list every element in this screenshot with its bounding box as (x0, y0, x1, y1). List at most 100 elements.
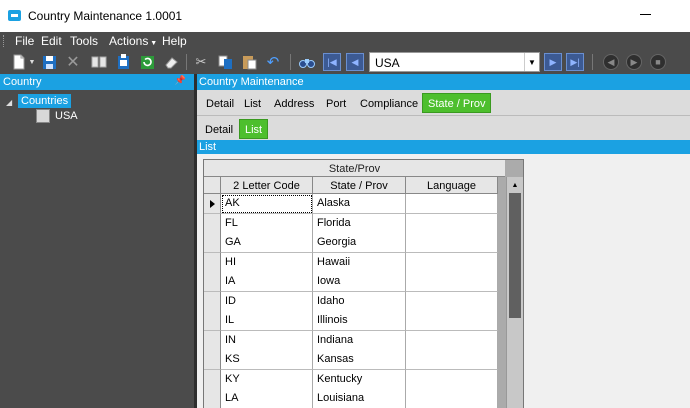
row-selector[interactable] (204, 213, 221, 234)
tab-detail[interactable]: Detail (206, 98, 234, 110)
menu-grip[interactable] (3, 35, 6, 47)
next-record-button[interactable]: ▶ (544, 53, 562, 71)
row-selector[interactable] (204, 194, 221, 214)
cell-state-prov[interactable]: Idaho (313, 291, 406, 312)
cell-code[interactable]: IN (221, 330, 313, 351)
row-selector[interactable] (204, 389, 221, 408)
cell-language[interactable] (406, 252, 498, 273)
cell-state-prov[interactable]: Kansas (313, 350, 406, 370)
cell-state-prov[interactable]: Georgia (313, 233, 406, 253)
column-header-language[interactable]: Language (406, 177, 498, 194)
subtab-detail[interactable]: Detail (205, 124, 233, 136)
cell-code[interactable]: IA (221, 272, 313, 292)
menu-actions-label: Actions (109, 34, 149, 48)
cell-state-prov[interactable]: Alaska (313, 194, 406, 214)
key-field-combo[interactable]: USA ▼ (369, 52, 540, 72)
tab-list[interactable]: List (244, 98, 261, 110)
cell-state-prov[interactable]: Illinois (313, 311, 406, 331)
cell-state-prov[interactable]: Louisiana (313, 389, 406, 408)
menu-edit[interactable]: Edit (41, 34, 62, 48)
cell-state-prov[interactable]: Indiana (313, 330, 406, 351)
last-record-button[interactable]: ▶| (566, 53, 584, 71)
scroll-thumb[interactable] (509, 193, 521, 318)
main-pane: Country Maintenance Detail List Address … (197, 74, 690, 408)
last-record-icon: ▶| (570, 56, 580, 67)
open-book-icon[interactable] (90, 53, 108, 71)
tree-node-label: Countries (18, 94, 72, 108)
first-record-button[interactable]: |◀ (323, 53, 341, 71)
cell-code[interactable]: ID (221, 291, 313, 312)
main-tab-strip: Detail List Address Port Compliance Stat… (197, 90, 690, 115)
cell-code[interactable]: GA (221, 233, 313, 253)
menu-help[interactable]: Help (162, 34, 187, 48)
new-dropdown-icon[interactable]: ▼ (28, 53, 36, 71)
cell-state-prov[interactable]: Florida (313, 213, 406, 234)
cell-code[interactable]: KS (221, 350, 313, 370)
stop-button[interactable]: ■ (650, 54, 666, 70)
title-bar: Country Maintenance 1.0001 (0, 0, 690, 32)
cell-language[interactable] (406, 213, 498, 234)
cell-state-prov[interactable]: Kentucky (313, 369, 406, 390)
row-selector[interactable] (204, 291, 221, 312)
cell-code[interactable]: KY (221, 369, 313, 390)
tab-address[interactable]: Address (274, 98, 314, 110)
cell-code[interactable]: LA (221, 389, 313, 408)
cell-state-prov[interactable]: Hawaii (313, 252, 406, 273)
tab-compliance[interactable]: Compliance (360, 98, 418, 110)
combo-dropdown-icon[interactable]: ▼ (524, 53, 539, 71)
row-selector[interactable] (204, 330, 221, 351)
cut-icon[interactable]: ✂ (192, 53, 210, 71)
cell-language[interactable] (406, 194, 498, 214)
cell-language[interactable] (406, 233, 498, 253)
row-selector[interactable] (204, 233, 221, 253)
menu-file[interactable]: File (15, 34, 34, 48)
eraser-icon[interactable] (162, 53, 180, 71)
tab-port[interactable]: Port (326, 98, 346, 110)
column-header-code[interactable]: 2 Letter Code (221, 177, 313, 194)
row-selector[interactable] (204, 252, 221, 273)
back-button[interactable]: ◀ (603, 54, 619, 70)
cell-code[interactable]: AK (221, 194, 313, 214)
minimize-button[interactable] (640, 14, 651, 15)
pin-icon[interactable]: 📌 (175, 75, 186, 86)
cell-language[interactable] (406, 272, 498, 292)
undo-icon[interactable]: ↶ (264, 53, 282, 71)
cell-language[interactable] (406, 389, 498, 408)
subtab-list[interactable]: List (239, 119, 269, 139)
cell-code[interactable]: HI (221, 252, 313, 273)
cell-language[interactable] (406, 330, 498, 351)
cell-code[interactable]: IL (221, 311, 313, 331)
toolbar: ▼ ✕ ✂ ↶ |◀ ◀ USA ▼ ▶ ▶| ◀ ▶ ■ (0, 50, 690, 74)
binoculars-icon[interactable] (298, 53, 316, 71)
menu-actions[interactable]: Actions ▼ (109, 34, 157, 48)
forward-button[interactable]: ▶ (626, 54, 642, 70)
new-icon[interactable] (10, 53, 28, 71)
tree-pane-title: Country (3, 76, 42, 88)
copy-icon[interactable] (216, 53, 234, 71)
save-icon[interactable] (40, 53, 58, 71)
cell-language[interactable] (406, 369, 498, 390)
refresh-icon[interactable] (138, 53, 156, 71)
row-selector[interactable] (204, 350, 221, 370)
cell-state-prov[interactable]: Iowa (313, 272, 406, 292)
menu-bar: File Edit Tools Actions ▼ Help (0, 32, 690, 50)
collapse-icon[interactable]: ◢ (6, 98, 12, 107)
previous-record-button[interactable]: ◀ (346, 53, 364, 71)
grid-corner (204, 177, 221, 194)
cell-language[interactable] (406, 291, 498, 312)
delete-icon[interactable]: ✕ (64, 53, 82, 71)
cell-code[interactable]: FL (221, 213, 313, 234)
cell-language[interactable] (406, 350, 498, 370)
paste-icon[interactable] (240, 53, 258, 71)
menu-tools[interactable]: Tools (70, 34, 98, 48)
cell-language[interactable] (406, 311, 498, 331)
tab-state-prov[interactable]: State / Prov (422, 93, 492, 113)
row-selector[interactable] (204, 272, 221, 292)
next-record-icon: ▶ (549, 56, 557, 67)
row-selector[interactable] (204, 369, 221, 390)
row-selector[interactable] (204, 311, 221, 331)
attach-icon[interactable] (114, 53, 132, 71)
grid-vertical-scrollbar[interactable]: ▲ (506, 177, 523, 408)
column-header-state-prov[interactable]: State / Prov (313, 177, 406, 194)
scroll-up-icon[interactable]: ▲ (507, 177, 523, 193)
